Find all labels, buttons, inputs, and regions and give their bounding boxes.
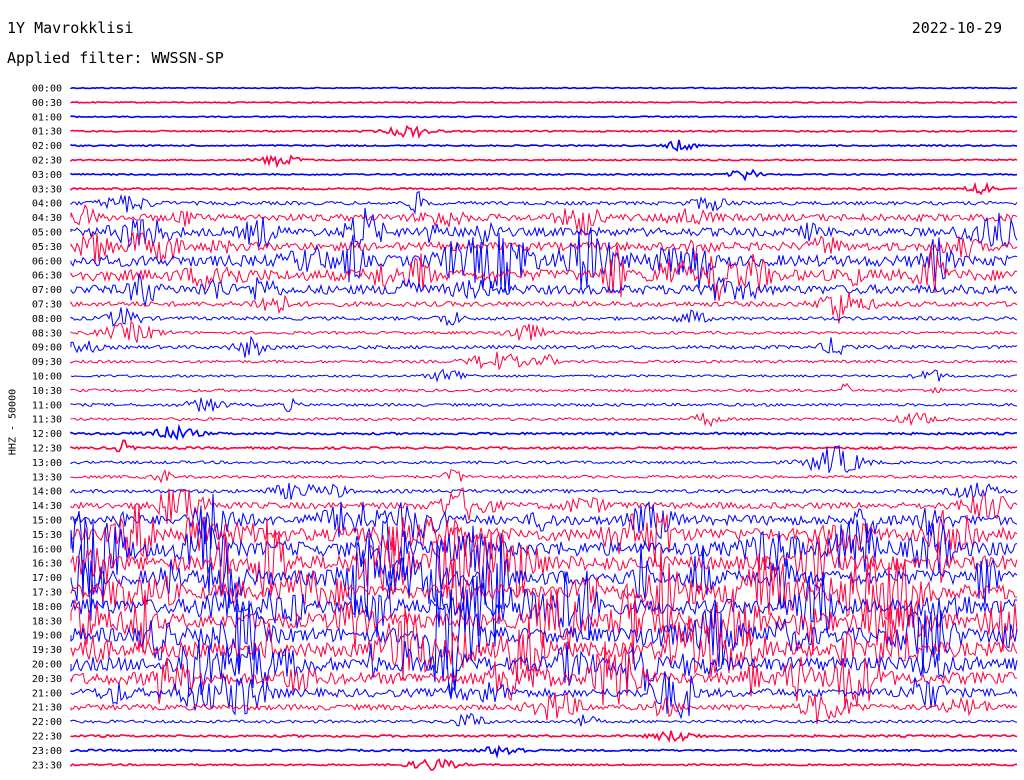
time-label: 08:30 xyxy=(32,328,62,339)
seismic-trace xyxy=(70,351,1018,370)
time-label: 13:00 xyxy=(32,458,62,469)
time-label: 10:00 xyxy=(32,372,62,383)
seismic-trace xyxy=(70,168,1018,182)
time-label: 20:30 xyxy=(32,674,62,685)
time-label: 07:30 xyxy=(32,300,62,311)
time-label: 05:30 xyxy=(32,242,62,253)
seismic-trace xyxy=(70,231,1018,264)
trace-group xyxy=(70,86,1018,771)
time-label: 06:00 xyxy=(32,256,62,267)
seismic-trace xyxy=(70,291,1018,324)
time-label: 09:00 xyxy=(32,343,62,354)
time-label: 14:30 xyxy=(32,501,62,512)
seismic-trace xyxy=(70,368,1018,383)
time-label: 17:00 xyxy=(32,573,62,584)
seismic-trace xyxy=(70,382,1018,394)
seismic-trace xyxy=(70,139,1018,153)
seismic-trace xyxy=(70,493,1018,549)
seismic-trace xyxy=(70,439,1018,453)
time-label: 21:00 xyxy=(32,688,62,699)
time-label: 04:30 xyxy=(32,213,62,224)
time-label: 03:00 xyxy=(32,170,62,181)
time-label: 22:00 xyxy=(32,717,62,728)
time-label: 00:30 xyxy=(32,98,62,109)
time-label: 13:30 xyxy=(32,472,62,483)
time-label: 17:30 xyxy=(32,588,62,599)
seismic-trace xyxy=(70,124,1018,140)
time-label: 15:00 xyxy=(32,516,62,527)
helicorder-plot: 00:00 00:30 01:00 01:30 02:00 02:30 03:00 03:30… xyxy=(32,84,1018,772)
seismic-trace xyxy=(70,335,1018,358)
time-label: 12:30 xyxy=(32,444,62,455)
time-label: 23:00 xyxy=(32,746,62,757)
seismic-trace xyxy=(70,444,1018,474)
seismic-trace xyxy=(70,744,1018,759)
seismic-trace xyxy=(70,423,1018,441)
seismic-trace xyxy=(70,154,1018,169)
time-label: 00:00 xyxy=(32,84,62,95)
seismic-trace xyxy=(70,468,1018,484)
seismic-trace xyxy=(70,712,1018,727)
time-label: 16:00 xyxy=(32,544,62,555)
seismic-trace xyxy=(70,411,1018,428)
seismic-trace xyxy=(70,101,1017,104)
time-label: 03:30 xyxy=(32,184,62,195)
time-label: 23:30 xyxy=(32,760,62,771)
time-label: 12:00 xyxy=(32,429,62,440)
time-label: 14:00 xyxy=(32,487,62,498)
time-label: 02:00 xyxy=(32,141,62,152)
seismic-trace xyxy=(70,181,1018,196)
seismic-trace xyxy=(70,320,1018,343)
time-label: 18:00 xyxy=(32,602,62,613)
time-label: 19:30 xyxy=(32,645,62,656)
seismic-trace xyxy=(70,397,1018,413)
time-label: 11:30 xyxy=(32,415,62,426)
time-label: 22:30 xyxy=(32,732,62,743)
time-label: 08:00 xyxy=(32,314,62,325)
seismic-trace xyxy=(70,730,1018,743)
seismic-trace xyxy=(70,227,1018,293)
time-label: 06:30 xyxy=(32,271,62,282)
time-label: 05:00 xyxy=(32,228,62,239)
time-label: 16:30 xyxy=(32,559,62,570)
time-label: 01:00 xyxy=(32,112,62,123)
time-label: 10:30 xyxy=(32,386,62,397)
time-label: 18:30 xyxy=(32,616,62,627)
seismic-trace xyxy=(70,758,1017,771)
time-label-group: 00:00 00:30 01:00 01:30 02:00 02:30 03:00 03:30… xyxy=(32,84,62,772)
time-label: 01:30 xyxy=(32,127,62,138)
time-label: 02:30 xyxy=(32,156,62,167)
time-label: 19:00 xyxy=(32,631,62,642)
seismic-trace xyxy=(70,306,1018,327)
time-label: 15:30 xyxy=(32,530,62,541)
time-label: 21:30 xyxy=(32,703,62,714)
time-label: 07:00 xyxy=(32,285,62,296)
time-label: 04:00 xyxy=(32,199,62,210)
time-label: 09:30 xyxy=(32,357,62,368)
seismic-trace xyxy=(70,86,1018,90)
time-label: 11:00 xyxy=(32,400,62,411)
seismic-trace xyxy=(70,190,1018,215)
time-label: 20:00 xyxy=(32,660,62,671)
seismic-trace xyxy=(70,115,1018,119)
